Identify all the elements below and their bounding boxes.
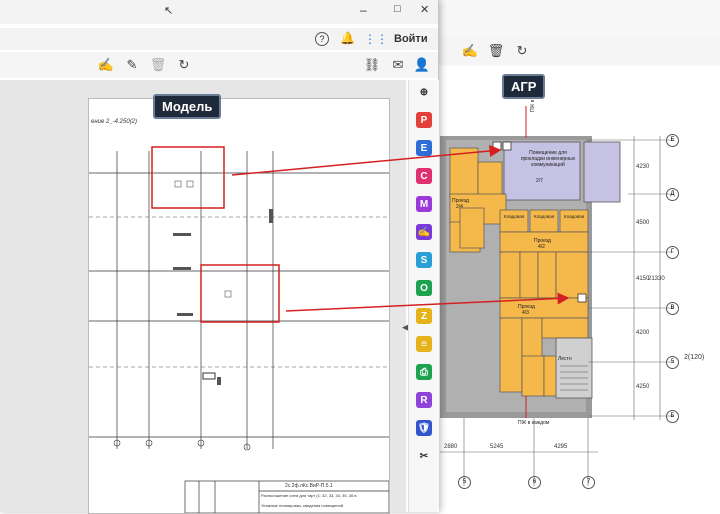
front-window: – □ ✕ ↖ ? 🔔 ⋮⋮ Войти ✍ ✎ 🗑 ↻ ⛓ ✉ 👤 ение … <box>0 0 439 514</box>
zoom-icon[interactable]: ⊕ <box>416 84 432 100</box>
comment-icon[interactable]: ≡ <box>416 336 432 352</box>
title-bar: – □ ✕ ↖ <box>0 0 438 24</box>
document-page: ение 2_-4.250(2) 2с.2ф.лКс.ВиР-П.5.1 Рас… <box>88 98 390 514</box>
dim-bottom-1: 2880 <box>444 444 458 450</box>
compress-icon[interactable]: Z <box>416 308 432 324</box>
axis-marker-G: Г <box>666 246 679 259</box>
mouse-cursor-icon: ↖ <box>164 5 174 17</box>
room-l4 <box>555 251 589 299</box>
room-o2 <box>477 161 503 197</box>
equipment-box <box>577 293 587 303</box>
axis-num-5: 5 <box>458 476 471 489</box>
dim-right-4: 4200 <box>636 330 650 336</box>
agr-floorplan <box>440 106 674 486</box>
room-kladovaya-label: Кладовая <box>564 214 585 219</box>
room-kladovaya-label: Кладовая <box>534 214 555 219</box>
title-block-line1: Расположение схем для тарт (1: 32, 33, 3… <box>261 493 357 498</box>
room-b4 <box>521 355 545 397</box>
axis-marker-V: В <box>666 302 679 315</box>
stairs <box>555 337 593 399</box>
request-sign-icon[interactable]: S <box>416 252 432 268</box>
room-engineering-right <box>583 141 621 203</box>
trash-icon[interactable]: 🗑 <box>488 43 505 59</box>
front-toolbar: ✍ ✎ 🗑 ↻ ⛓ ✉ 👤 <box>0 52 438 78</box>
agr-drawing-canvas: Помещение для прокладки инженерных комму… <box>438 66 720 512</box>
room-o1 <box>449 147 479 197</box>
dim-bottom-2: 5245 <box>490 444 504 450</box>
room-proezd3-number: 4/3 <box>522 310 529 316</box>
apps-grid-icon[interactable]: ⋮⋮ <box>364 32 388 46</box>
back-toolbar: ✍ 🗑 ↻ <box>438 38 720 64</box>
agr-label: АГР <box>502 74 546 99</box>
back-window: ✍ 🗑 ↻ Помещение для прокладки инженерных… <box>438 0 720 512</box>
bell-icon[interactable]: 🔔 <box>340 31 355 45</box>
trash-icon[interactable]: 🗑 <box>150 57 167 73</box>
axis-marker-E: Е <box>666 134 679 147</box>
tools-icon[interactable]: ✂ <box>416 448 432 464</box>
model-drawing <box>89 151 389 513</box>
right-tools-panel: ⊕ P E C M ✍ S O Z ≡ ⎙ R 🛡 ✂ <box>408 80 439 512</box>
edit-pdf-icon[interactable]: E <box>416 140 432 156</box>
axis-marker-D: Д <box>666 188 679 201</box>
stairs-label: Лестн <box>558 356 572 362</box>
room-b1 <box>499 317 523 393</box>
redact-icon[interactable]: R <box>416 392 432 408</box>
create-pdf-icon[interactable]: C <box>416 168 432 184</box>
pkk-note-bottom: ПЖ в каждом <box>518 420 550 426</box>
room-l2 <box>519 251 539 299</box>
refresh-icon[interactable]: ↻ <box>176 57 192 73</box>
mail-icon[interactable]: ✉ <box>390 57 406 73</box>
dim-right-5: 4250 <box>636 384 650 390</box>
room-proezd3 <box>499 297 589 319</box>
equipment-box <box>502 141 512 151</box>
scan-icon[interactable]: ⎙ <box>416 364 432 380</box>
title-block-line2: Этажные планировки, сведения помещений <box>261 503 343 508</box>
room-main-label: Помещение для прокладки инженерных комму… <box>520 150 576 168</box>
model-label: Модель <box>153 94 222 119</box>
fill-sign-icon[interactable]: ✍ <box>98 57 114 73</box>
room-proezd1-number: 2/4 <box>456 204 463 210</box>
help-circle-icon[interactable]: ? <box>315 32 329 46</box>
dim-bottom-3: 4295 <box>554 444 568 450</box>
protect-icon[interactable]: 🛡 <box>416 420 432 436</box>
dim-total: 21330 <box>648 276 665 282</box>
page-note: ение 2_-4.250(2) <box>91 119 137 125</box>
account-icon[interactable]: 👤 <box>414 57 430 73</box>
axis-marker-B: Б <box>666 410 679 423</box>
room-o4 <box>459 207 485 249</box>
room-l1 <box>499 251 521 299</box>
room-proezd2-number: 4/2 <box>538 244 545 250</box>
title-block-code: 2с.2ф.лКс.ВиР-П.5.1 <box>285 483 333 489</box>
edit-pdf-icon[interactable]: ✍ <box>462 43 478 59</box>
dim-right-2: 4500 <box>636 220 650 226</box>
fill-sign-icon[interactable]: ✍ <box>416 224 432 240</box>
minimize-button[interactable]: – <box>360 3 367 17</box>
export-pdf-icon[interactable]: P <box>416 112 432 128</box>
dim-right-1: 4230 <box>636 164 650 170</box>
menu-bar: ? 🔔 ⋮⋮ Войти <box>0 28 438 50</box>
room-main-number: 2/7 <box>536 178 543 184</box>
organize-pages-icon[interactable]: O <box>416 280 432 296</box>
axis-num-6: 6 <box>528 476 541 489</box>
close-button[interactable]: ✕ <box>420 3 429 16</box>
room-b3 <box>541 317 589 339</box>
room-l3 <box>537 251 557 299</box>
axis-num-7: 7 <box>582 476 595 489</box>
maximize-button[interactable]: □ <box>394 3 401 15</box>
room-kladovaya-label: Кладовая <box>504 214 525 219</box>
link-icon[interactable]: ⛓ <box>364 57 381 73</box>
axis-marker-5: 5 <box>666 356 679 369</box>
edit-tag-icon[interactable]: ✎ <box>124 57 140 73</box>
signin-button[interactable]: Войти <box>394 33 428 45</box>
equipment-box <box>492 141 502 151</box>
refresh-icon[interactable]: ↻ <box>514 43 530 59</box>
section-mark: 2(120) <box>684 354 705 361</box>
combine-icon[interactable]: M <box>416 196 432 212</box>
